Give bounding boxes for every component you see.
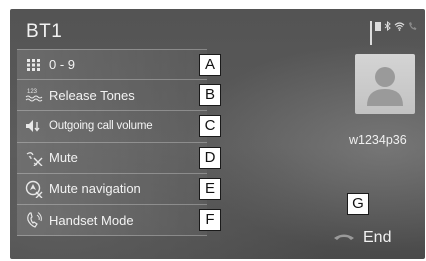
callout-label: E	[199, 177, 221, 200]
callout-label: F	[199, 209, 221, 232]
screen-title: BT1	[26, 21, 63, 42]
svg-text:123: 123	[27, 89, 38, 95]
mute-navigation-icon	[25, 180, 43, 198]
callout-label: A	[199, 53, 221, 76]
mute-navigation-button[interactable]: Mute navigation E	[17, 173, 221, 205]
outgoing-call-volume-button[interactable]: Outgoing call volume C	[17, 111, 221, 143]
callout-label: C	[199, 115, 221, 138]
status-bar	[370, 21, 417, 45]
battery-icon	[375, 22, 381, 31]
contact-name: w1234p36	[349, 133, 407, 147]
signal-strength-icon	[370, 21, 372, 45]
mute-button[interactable]: Mute D	[17, 142, 221, 174]
handset-mode-button[interactable]: Handset Mode F	[17, 204, 221, 237]
mute-label: Mute	[49, 150, 78, 166]
bluetooth-icon	[384, 21, 391, 31]
callout-label: B	[199, 84, 221, 107]
release-tones-icon: 123	[25, 86, 43, 104]
keypad-icon	[25, 56, 43, 74]
callout-label: G	[347, 193, 369, 215]
outgoing-call-volume-label: Outgoing call volume	[49, 120, 153, 133]
mute-icon	[25, 149, 43, 167]
end-call-label: End	[363, 229, 392, 246]
call-status-icon	[408, 21, 417, 31]
hang-up-icon	[333, 229, 355, 247]
contact-avatar-icon	[355, 54, 415, 114]
handset-mode-label: Handset Mode	[49, 212, 134, 228]
call-options-menu: 0 - 9 A 123 Release Tones B Outgoing cal…	[17, 49, 221, 237]
handset-icon	[25, 211, 43, 229]
release-tones-label: Release Tones	[49, 87, 135, 103]
wifi-icon	[394, 21, 405, 31]
keypad-label: 0 - 9	[49, 57, 76, 73]
release-tones-button[interactable]: 123 Release Tones B	[17, 80, 221, 112]
mute-navigation-label: Mute navigation	[49, 181, 141, 197]
end-call-button[interactable]: End	[333, 229, 391, 247]
keypad-button[interactable]: 0 - 9 A	[17, 49, 221, 81]
volume-icon	[25, 117, 43, 135]
callout-label: D	[199, 146, 221, 169]
